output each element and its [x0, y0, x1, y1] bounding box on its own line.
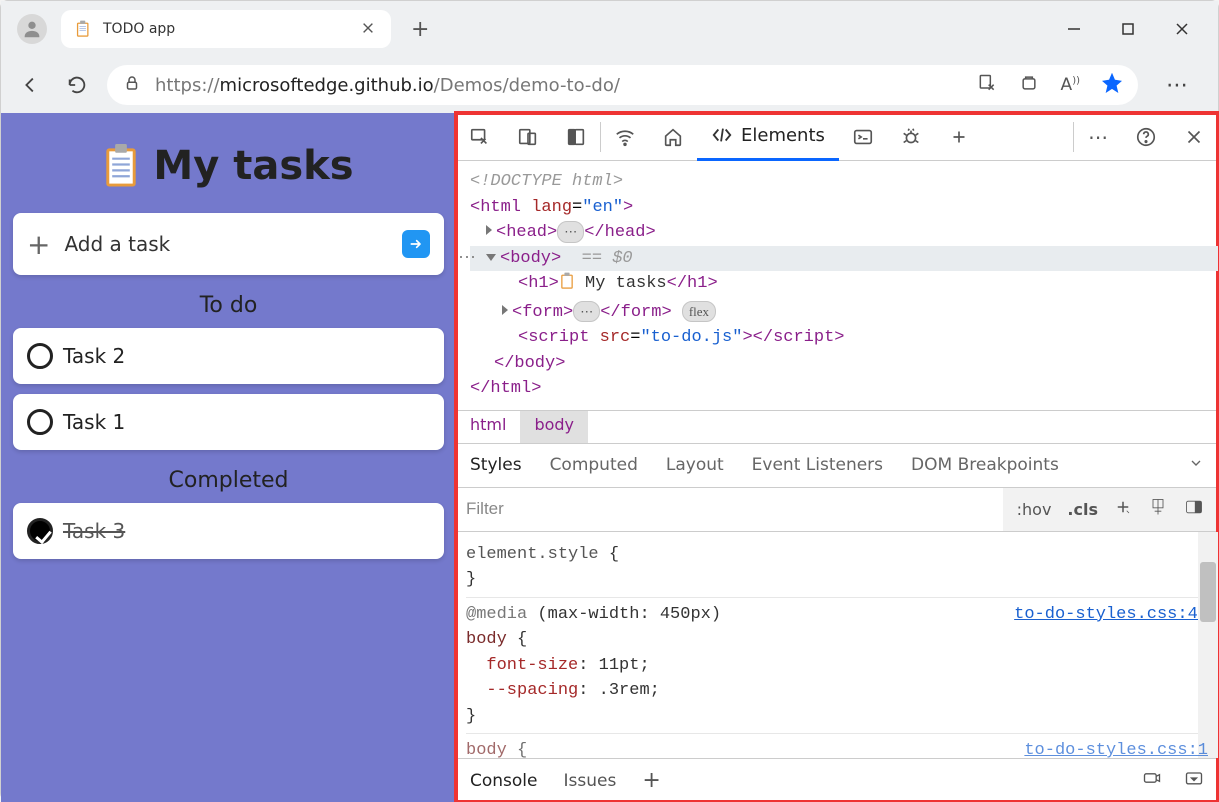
close-devtools-button[interactable]: [1170, 113, 1218, 161]
edit-page-icon[interactable]: [977, 73, 997, 97]
doctype-node: <!DOCTYPE html>: [470, 172, 623, 191]
lock-icon: [123, 74, 141, 96]
chevron-down-icon[interactable]: [1188, 455, 1204, 476]
read-aloud-icon[interactable]: A)): [1061, 75, 1080, 95]
css-source-link[interactable]: to-do-styles.css:1: [1024, 738, 1208, 758]
screencast-button[interactable]: [552, 113, 600, 161]
more-tabs-button[interactable]: [935, 113, 983, 161]
expand-toggle-icon[interactable]: [486, 225, 492, 235]
task-item[interactable]: Task 1: [13, 394, 444, 450]
toggle-panel-icon[interactable]: [1184, 497, 1204, 521]
task-label: Task 3: [63, 519, 125, 543]
favorite-star-icon[interactable]: [1102, 73, 1122, 97]
network-conditions-icon[interactable]: [601, 113, 649, 161]
breadcrumb-item[interactable]: body: [520, 411, 588, 443]
breadcrumb-item[interactable]: html: [456, 411, 520, 443]
css-source-link[interactable]: to-do-styles.css:40: [1014, 602, 1208, 628]
inspect-element-button[interactable]: [456, 113, 504, 161]
url-text: https://microsoftedge.github.io/Demos/de…: [155, 75, 620, 96]
subtab-styles[interactable]: Styles: [470, 455, 522, 475]
drawer-tab-console[interactable]: Console: [470, 771, 538, 791]
drawer-add-tab[interactable]: +: [642, 768, 660, 793]
minimize-button[interactable]: [1066, 22, 1082, 36]
app-viewport: My tasks + Add a task To do Task 2 Task …: [1, 113, 456, 802]
task-item[interactable]: Task 2: [13, 328, 444, 384]
task-label: Task 1: [63, 410, 125, 434]
profile-avatar[interactable]: [17, 14, 47, 44]
tab-title: TODO app: [103, 21, 361, 37]
drawer-expand-icon[interactable]: [1184, 768, 1204, 793]
devtools-pane: Elements ⋯ <!DOCTYPE html> <html lang="e…: [456, 113, 1218, 802]
window-titlebar: TODO app +: [1, 1, 1218, 57]
dom-breadcrumb[interactable]: html body: [456, 410, 1218, 444]
add-task-row[interactable]: + Add a task: [13, 213, 444, 275]
css-selector: element.style: [466, 545, 599, 564]
submit-task-button[interactable]: [402, 230, 430, 258]
collapse-toggle-icon[interactable]: [486, 254, 496, 261]
subtab-layout[interactable]: Layout: [666, 455, 724, 475]
app-home-icon[interactable]: [649, 113, 697, 161]
help-icon[interactable]: [1122, 113, 1170, 161]
subtab-event-listeners[interactable]: Event Listeners: [752, 455, 883, 475]
css-selector: body: [466, 630, 507, 649]
tab-elements[interactable]: Elements: [697, 113, 839, 161]
device-toggle-button[interactable]: [504, 113, 552, 161]
tab-close-button[interactable]: [361, 20, 377, 39]
devtools-menu-button[interactable]: ⋯: [1074, 113, 1122, 161]
back-button[interactable]: [15, 69, 47, 101]
subtab-dom-breakpoints[interactable]: DOM Breakpoints: [911, 455, 1059, 475]
browser-menu-button[interactable]: ⋯: [1166, 73, 1190, 98]
collections-icon[interactable]: [1019, 73, 1039, 97]
devtools-drawer: Console Issues +: [456, 758, 1218, 802]
styles-subtab-bar: Styles Computed Layout Event Listeners D…: [456, 444, 1218, 488]
expand-toggle-icon[interactable]: [502, 305, 508, 315]
compare-styles-icon[interactable]: [1148, 497, 1168, 521]
new-style-rule-button[interactable]: [1114, 498, 1132, 520]
dom-tree[interactable]: <!DOCTYPE html> <html lang="en"> <head>⋯…: [456, 161, 1218, 410]
styles-filter-row: :hov .cls: [456, 488, 1218, 532]
drawer-record-icon[interactable]: [1142, 768, 1162, 793]
task-checkbox-checked[interactable]: [27, 518, 53, 544]
styles-filter-input[interactable]: [456, 488, 1003, 531]
browser-tab[interactable]: TODO app: [61, 10, 391, 48]
plus-icon: +: [27, 228, 50, 261]
new-tab-button[interactable]: +: [411, 17, 429, 42]
section-heading-todo: To do: [13, 293, 444, 318]
cls-toggle[interactable]: .cls: [1067, 500, 1098, 519]
styles-panel[interactable]: element.style {} to-do-styles.css:40 @me…: [456, 532, 1218, 759]
window-controls: [1066, 22, 1208, 36]
maximize-button[interactable]: [1120, 22, 1136, 36]
close-window-button[interactable]: [1174, 22, 1190, 36]
console-drawer-icon[interactable]: [839, 113, 887, 161]
tab-favicon-clipboard-icon: [75, 20, 93, 38]
task-checkbox[interactable]: [27, 409, 53, 435]
task-item[interactable]: Task 3: [13, 503, 444, 559]
refresh-button[interactable]: [61, 69, 93, 101]
elements-tab-label: Elements: [741, 125, 825, 146]
task-checkbox[interactable]: [27, 343, 53, 369]
app-heading: My tasks: [153, 143, 353, 189]
drawer-tab-issues[interactable]: Issues: [564, 771, 617, 791]
hov-toggle[interactable]: :hov: [1017, 500, 1052, 519]
address-bar[interactable]: https://microsoftedge.github.io/Demos/de…: [107, 65, 1138, 105]
subtab-computed[interactable]: Computed: [550, 455, 638, 475]
app-logo-clipboard-icon: [103, 144, 139, 188]
section-heading-completed: Completed: [13, 468, 444, 493]
browser-toolbar: https://microsoftedge.github.io/Demos/de…: [1, 57, 1218, 113]
bug-icon[interactable]: [887, 113, 935, 161]
selected-dom-node[interactable]: <body> == $0: [470, 246, 1218, 272]
devtools-toolbar: Elements ⋯: [456, 113, 1218, 161]
scrollbar[interactable]: [1198, 532, 1218, 759]
task-label: Task 2: [63, 344, 125, 368]
add-task-placeholder: Add a task: [64, 232, 392, 256]
